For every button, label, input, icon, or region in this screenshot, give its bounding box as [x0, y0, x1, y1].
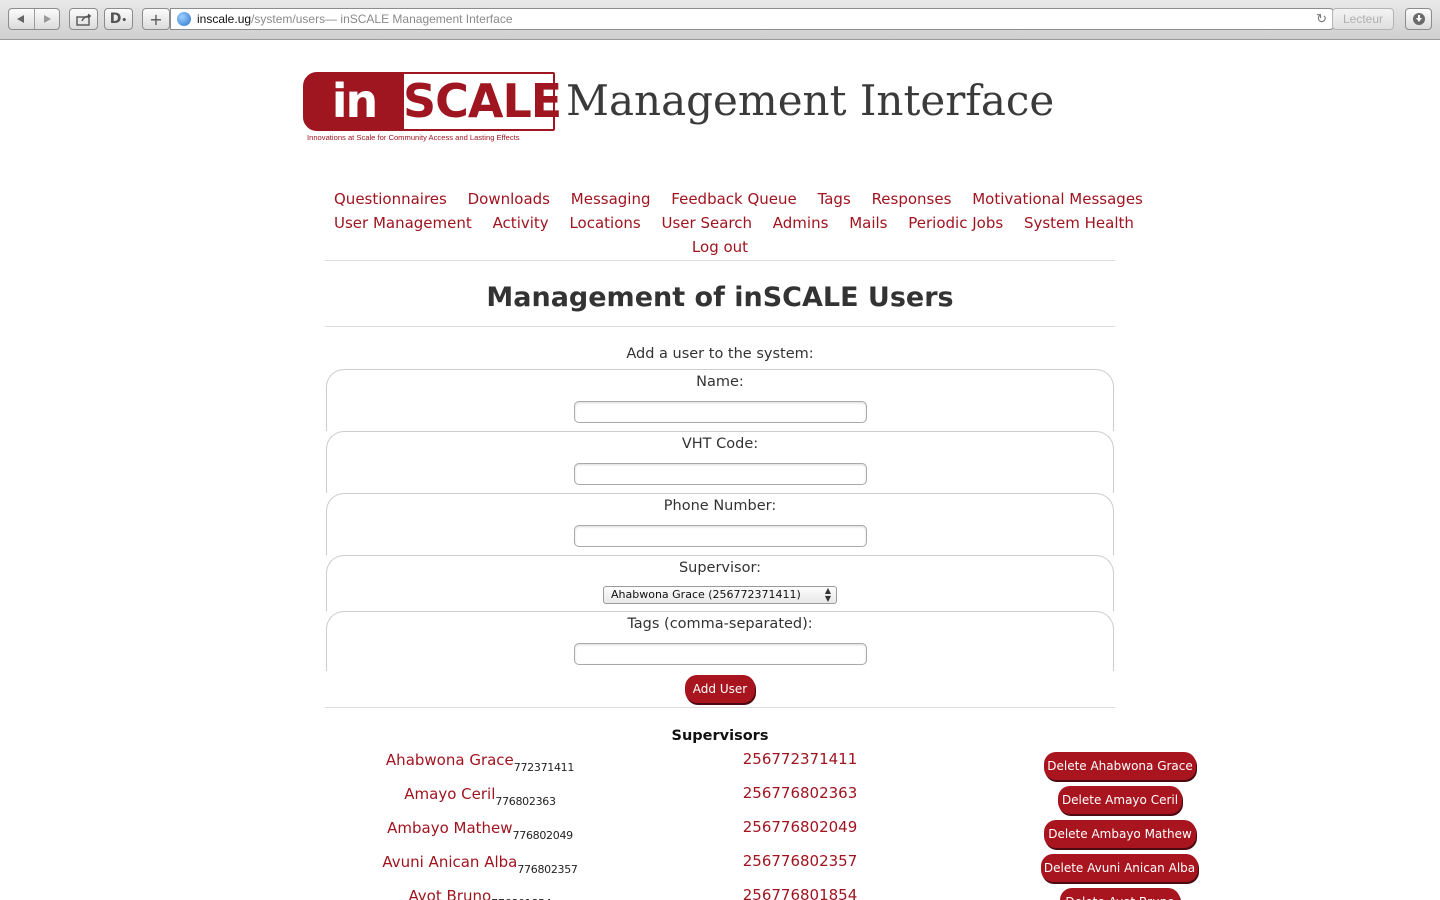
vht-code-label: VHT Code: [681, 436, 759, 452]
delete-supervisor-button[interactable]: Delete Ahabwona Grace [1044, 752, 1196, 780]
page-title: Management of inSCALE Users [486, 282, 954, 313]
select-arrows-icon: ▲ ▼ [824, 586, 831, 603]
vht-code-fieldset: VHT Code: [326, 431, 1114, 493]
site-header: in SCALE Innovations at Scale for Commun… [303, 72, 1063, 144]
share-icon [75, 13, 91, 26]
browser-toolbar: D• + inscale.ug /system/users — inSCALE … [0, 0, 1440, 40]
download-icon [1412, 13, 1425, 25]
url-host: inscale.ug [197, 12, 252, 26]
tags-label: Tags (comma-separated): [627, 616, 813, 632]
supervisor-code: 776802363 [495, 795, 556, 808]
supervisor-label: Supervisor: [678, 560, 762, 576]
reload-icon[interactable]: ↻ [1316, 11, 1327, 27]
logo-scale-text: SCALE [403, 74, 562, 128]
supervisor-phone: 256776802049 [742, 818, 858, 836]
supervisor-row: Ahabwona Grace772371411 256772371411 Del… [0, 750, 1440, 784]
supervisors-heading: Supervisors [671, 728, 769, 744]
supervisor-row: Amayo Ceril776802363 256776802363 Delete… [0, 784, 1440, 818]
logo-tagline: Innovations at Scale for Community Acces… [307, 133, 520, 142]
add-user-button[interactable]: Add User [685, 675, 755, 703]
name-label: Name: [696, 374, 744, 390]
readability-extension-button[interactable]: D• [104, 8, 133, 30]
inscale-logo: in SCALE Innovations at Scale for Commun… [303, 72, 562, 143]
nav-row-3: Log out [326, 235, 1114, 259]
phone-number-label: Phone Number: [663, 498, 777, 514]
nav-system-health[interactable]: System Health [1024, 214, 1134, 232]
forward-icon[interactable] [35, 14, 60, 24]
nav-questionnaires[interactable]: Questionnaires [334, 190, 447, 208]
nav-responses[interactable]: Responses [872, 190, 952, 208]
delete-supervisor-button[interactable]: Delete Ambayo Mathew [1044, 820, 1196, 848]
supervisor-selected-value: Ahabwona Grace (256772371411) [611, 588, 801, 601]
supervisor-name-link[interactable]: Amayo Ceril [404, 785, 495, 803]
name-input[interactable] [574, 401, 867, 423]
delete-supervisor-button[interactable]: Delete Avuni Anican Alba [1041, 854, 1198, 882]
supervisor-name-link[interactable]: Ayot Bruno [409, 887, 492, 900]
supervisor-code: 776802049 [512, 829, 574, 842]
delete-supervisor-button[interactable]: Delete Amayo Ceril [1058, 786, 1182, 814]
supervisor-phone: 256776801854 [742, 886, 858, 900]
vht-code-input[interactable] [574, 463, 867, 485]
phone-number-input[interactable] [574, 525, 867, 547]
supervisor-name-cell: Ambayo Mathew776802049 [300, 818, 660, 842]
tags-fieldset: Tags (comma-separated): [326, 611, 1114, 671]
back-icon[interactable] [9, 14, 34, 24]
back-forward-buttons[interactable] [8, 8, 60, 30]
supervisor-phone: 256776802363 [742, 784, 858, 802]
supervisor-row: Ayot Bruno776801854 256776801854 Delete … [0, 886, 1440, 900]
supervisor-name-link[interactable]: Ahabwona Grace [386, 751, 514, 769]
share-button[interactable] [69, 8, 98, 30]
phone-number-fieldset: Phone Number: [326, 493, 1114, 555]
address-bar[interactable]: inscale.ug /system/users — inSCALE Manag… [170, 8, 1334, 30]
nav-downloads[interactable]: Downloads [468, 190, 550, 208]
nav-row-2: User Management Activity Locations User … [326, 211, 1134, 235]
nav-user-search[interactable]: User Search [662, 214, 753, 232]
logo-in-text: in [304, 73, 404, 130]
nav-admins[interactable]: Admins [773, 214, 829, 232]
nav-mails[interactable]: Mails [849, 214, 887, 232]
add-user-label: Add a user to the system: [626, 346, 814, 362]
nav-messaging[interactable]: Messaging [571, 190, 651, 208]
supervisor-name-link[interactable]: Avuni Anican Alba [382, 853, 517, 871]
reader-button[interactable]: Lecteur [1332, 8, 1394, 30]
main-navigation: Questionnaires Downloads Messaging Feedb… [326, 187, 1143, 259]
url-path: /system/users [251, 12, 326, 26]
url-page-title: — inSCALE Management Interface [325, 12, 513, 26]
plus-icon: + [149, 9, 163, 29]
globe-icon [177, 12, 191, 26]
page-content: in SCALE Innovations at Scale for Commun… [0, 41, 1440, 900]
tags-input[interactable] [574, 643, 867, 665]
nav-locations[interactable]: Locations [569, 214, 640, 232]
delete-supervisor-button[interactable]: Delete Ayot Bruno [1060, 888, 1180, 900]
name-fieldset: Name: [326, 369, 1114, 431]
supervisor-code: 772371411 [513, 761, 575, 774]
nav-feedback-queue[interactable]: Feedback Queue [671, 190, 796, 208]
supervisor-row: Avuni Anican Alba776802357 256776802357 … [0, 852, 1440, 886]
supervisor-name-cell: Amayo Ceril776802363 [300, 784, 660, 808]
new-tab-button[interactable]: + [142, 8, 170, 30]
nav-tags[interactable]: Tags [818, 190, 851, 208]
downloads-button[interactable] [1405, 8, 1432, 30]
supervisor-fieldset: Supervisor: Ahabwona Grace (256772371411… [326, 555, 1114, 611]
supervisor-name-cell: Avuni Anican Alba776802357 [300, 852, 660, 876]
nav-user-management[interactable]: User Management [334, 214, 472, 232]
readability-icon: D• [109, 11, 128, 27]
supervisor-code: 776802357 [517, 863, 578, 876]
nav-periodic-jobs[interactable]: Periodic Jobs [908, 214, 1003, 232]
nav-activity[interactable]: Activity [493, 214, 549, 232]
supervisor-phone: 256776802357 [742, 852, 858, 870]
supervisor-name-cell: Ahabwona Grace772371411 [300, 750, 660, 774]
supervisor-row: Ambayo Mathew776802049 256776802049 Dele… [0, 818, 1440, 852]
supervisor-name-cell: Ayot Bruno776801854 [300, 886, 660, 900]
supervisor-select[interactable]: Ahabwona Grace (256772371411) ▲ ▼ [603, 586, 837, 604]
nav-row-1: Questionnaires Downloads Messaging Feedb… [326, 187, 1143, 211]
app-title: Management Interface [566, 76, 1055, 125]
title-divider [325, 326, 1115, 327]
nav-log-out[interactable]: Log out [692, 238, 748, 256]
nav-motivational-messages[interactable]: Motivational Messages [972, 190, 1143, 208]
nav-divider [325, 260, 1115, 261]
supervisor-name-link[interactable]: Ambayo Mathew [387, 819, 512, 837]
supervisor-phone: 256772371411 [742, 750, 858, 768]
form-divider [325, 707, 1115, 708]
